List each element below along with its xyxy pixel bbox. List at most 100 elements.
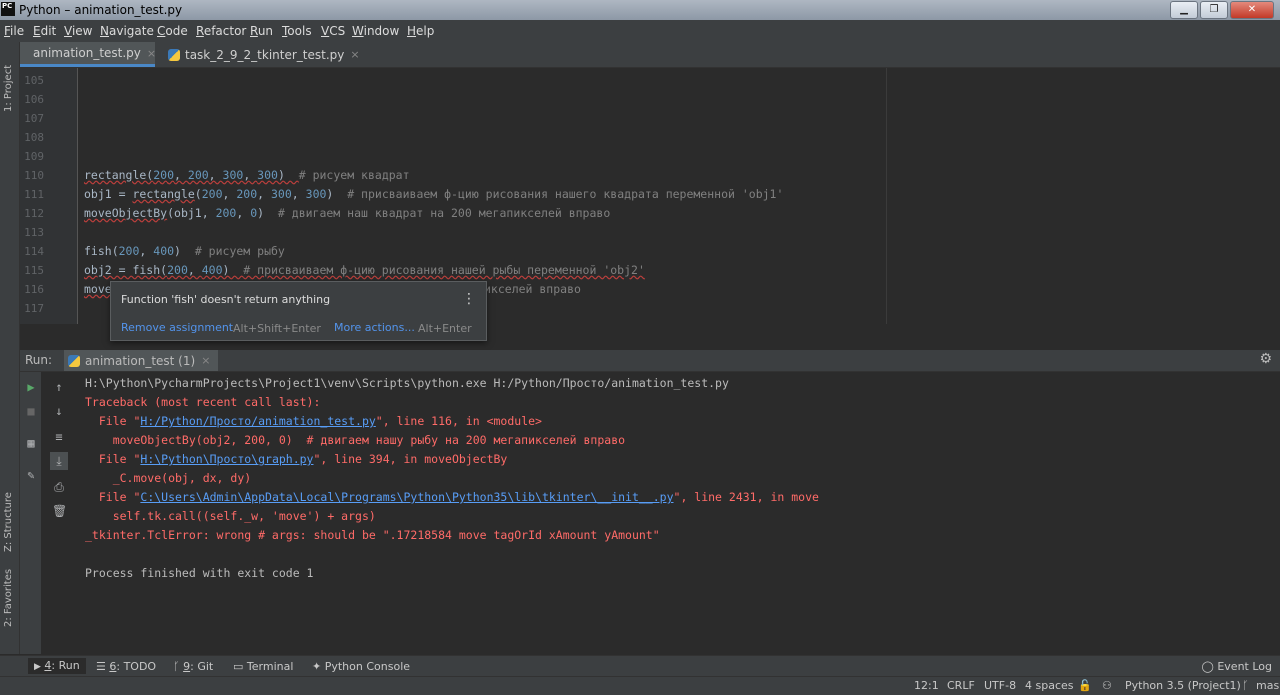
settings-gear-icon[interactable]: ⚙ <box>1259 351 1272 367</box>
tool-tab-python-console[interactable]: ✦ Python Console <box>312 660 410 673</box>
tab-close-icon[interactable]: × <box>350 48 359 61</box>
terminal-icon: ▭ <box>233 660 244 673</box>
scroll-up-icon[interactable]: ↑ <box>52 380 66 394</box>
line-number: 107 <box>24 112 44 125</box>
run-tab-label: animation_test (1) <box>85 353 196 368</box>
line-number: 108 <box>24 131 44 144</box>
code-line-114: fish(200, 400) # рисуем рыбу <box>84 244 285 258</box>
python-console-icon: ✦ <box>312 660 322 673</box>
status-bar: 12:1 CRLF UTF-8 4 spaces 🔓 ⚇ Python 3.5 … <box>0 676 1280 695</box>
git-branch[interactable]: mas <box>1256 679 1279 692</box>
rerun-icon[interactable]: ▶ <box>24 380 38 394</box>
branch-icon: ᚴ <box>173 660 180 673</box>
minimize-button[interactable]: ▁ <box>1170 1 1198 19</box>
window-controls: ▁ ❐ ✕ <box>1168 1 1274 19</box>
menu-help[interactable]: Help <box>407 24 434 38</box>
file-link[interactable]: C:\Users\Admin\AppData\Local\Programs\Py… <box>140 490 673 504</box>
inspector-icon[interactable]: ⚇ <box>1102 679 1112 692</box>
more-options-icon[interactable]: ⋮ <box>462 291 476 307</box>
python-interpreter[interactable]: Python 3.5 (Project1) <box>1125 679 1241 692</box>
pin-icon[interactable]: ✎ <box>24 468 38 482</box>
run-tab[interactable]: animation_test (1) × <box>64 350 219 371</box>
line-number: 114 <box>24 245 44 258</box>
menu-window[interactable]: Window <box>352 24 399 38</box>
event-log-icon: ◯ <box>1201 660 1214 673</box>
pycharm-logo-icon: PC <box>1 2 15 16</box>
console-line: Traceback (most recent call last): <box>85 395 321 409</box>
popup-message: Function 'fish' doesn't return anything <box>121 293 331 306</box>
close-window-button[interactable]: ✕ <box>1230 1 1274 19</box>
console-line: moveObjectBy(obj2, 200, 0) # двигаем наш… <box>85 433 626 447</box>
line-number: 116 <box>24 283 44 296</box>
tool-tab-git[interactable]: ᚴ 9: Git <box>173 660 213 673</box>
run-console[interactable]: ▶ ■ ▦ ✎ ↑ ↓ ≡ ⤓ ⎙ 🗑 H:\Python\PycharmPro… <box>20 372 1280 654</box>
run-panel-header: Run: animation_test (1) × ⚙ <box>20 350 1280 372</box>
console-line: File "H:/Python/Просто/animation_test.py… <box>85 414 542 428</box>
layout-icon[interactable]: ▦ <box>24 436 38 450</box>
menu-tools[interactable]: Tools <box>282 24 312 38</box>
python-run-icon <box>68 354 80 367</box>
run-icon: ▶ <box>34 662 41 672</box>
menu-navigate[interactable]: Navigate <box>100 24 154 38</box>
stop-icon[interactable]: ■ <box>24 404 38 418</box>
soft-wrap-icon[interactable]: ≡ <box>52 430 66 444</box>
line-number: 111 <box>24 188 44 201</box>
line-number: 113 <box>24 226 44 239</box>
tab-label: animation_test.py <box>33 46 141 60</box>
scroll-down-icon[interactable]: ↓ <box>52 404 66 418</box>
run-label: Run: <box>25 353 53 367</box>
console-toolbar: ↑ ↓ ≡ ⤓ ⎙ 🗑 <box>48 372 70 654</box>
favorites-tool-button[interactable]: 2: Favorites <box>3 569 14 627</box>
line-separator[interactable]: CRLF <box>947 679 975 692</box>
console-line: Process finished with exit code 1 <box>85 566 314 580</box>
tool-tab-todo[interactable]: ☰ 6: TODO <box>96 660 156 673</box>
project-tool-button[interactable]: 1: Project <box>3 65 14 112</box>
tool-tab-terminal[interactable]: ▭ Terminal <box>233 660 293 673</box>
menu-bar: File Edit View Navigate Code Refactor Ru… <box>0 20 1280 42</box>
menu-edit[interactable]: Edit <box>33 24 56 38</box>
tab-animation-test[interactable]: animation_test.py × <box>20 42 156 67</box>
git-branch-icon: ᚴ <box>1242 679 1249 692</box>
print-icon[interactable]: ⎙ <box>52 480 66 494</box>
shortcut-label: Alt+Shift+Enter <box>233 322 321 335</box>
bottom-tool-bar: ▶ 4: Run ☰ 6: TODO ᚴ 9: Git ▭ Terminal ✦… <box>0 655 1280 677</box>
line-number: 110 <box>24 169 44 182</box>
maximize-button[interactable]: ❐ <box>1200 1 1228 19</box>
file-link[interactable]: H:/Python/Просто/animation_test.py <box>140 414 375 428</box>
python-file-icon <box>168 48 180 61</box>
intention-popup: Function 'fish' doesn't return anything … <box>110 281 487 341</box>
editor-tab-bar: animation_test.py × task_2_9_2_tkinter_t… <box>20 42 1280 68</box>
code-line-116-comment-tail: икселей вправо <box>484 282 581 296</box>
run-tab-close-icon[interactable]: × <box>201 354 210 367</box>
more-actions-link[interactable]: More actions... <box>334 321 415 334</box>
menu-run[interactable]: Run <box>250 24 273 38</box>
lock-icon[interactable]: 🔓 <box>1078 679 1092 692</box>
indent-setting[interactable]: 4 spaces <box>1025 679 1074 692</box>
code-line-112: moveObjectBy(obj1, 200, 0) # двигаем наш… <box>84 206 611 220</box>
line-number: 112 <box>24 207 44 220</box>
scroll-to-end-icon[interactable]: ⤓ <box>50 452 68 470</box>
file-encoding[interactable]: UTF-8 <box>984 679 1016 692</box>
console-line: _C.move(obj, dx, dy) <box>85 471 252 485</box>
menu-vcs[interactable]: VCS <box>321 24 345 38</box>
file-link[interactable]: H:\Python\Просто\graph.py <box>140 452 313 466</box>
console-line: File "H:\Python\Просто\graph.py", line 3… <box>85 452 508 466</box>
caret-position[interactable]: 12:1 <box>914 679 939 692</box>
tab-close-icon[interactable]: × <box>147 47 156 60</box>
left-tool-stripe: 1: Project Z: Structure 2: Favorites <box>0 42 20 654</box>
trash-icon[interactable]: 🗑 <box>52 504 67 518</box>
line-number-gutter: 105 106 107 108 109 110 111 112 113 114 … <box>20 68 78 324</box>
menu-file[interactable]: File <box>4 24 24 38</box>
window-title: Python – animation_test.py <box>19 3 183 17</box>
menu-code[interactable]: Code <box>157 24 188 38</box>
tab-task-tkinter-test[interactable]: task_2_9_2_tkinter_test.py × <box>160 42 360 67</box>
tab-label: task_2_9_2_tkinter_test.py <box>185 47 345 62</box>
code-line-116: move <box>84 282 112 296</box>
tool-tab-run[interactable]: ▶ 4: Run <box>28 658 86 674</box>
remove-assignment-action[interactable]: Remove assignment <box>121 321 233 334</box>
line-number: 109 <box>24 150 44 163</box>
menu-view[interactable]: View <box>64 24 92 38</box>
structure-tool-button[interactable]: Z: Structure <box>3 492 14 552</box>
event-log-button[interactable]: ◯ Event Log <box>1202 660 1272 673</box>
menu-refactor[interactable]: Refactor <box>196 24 246 38</box>
